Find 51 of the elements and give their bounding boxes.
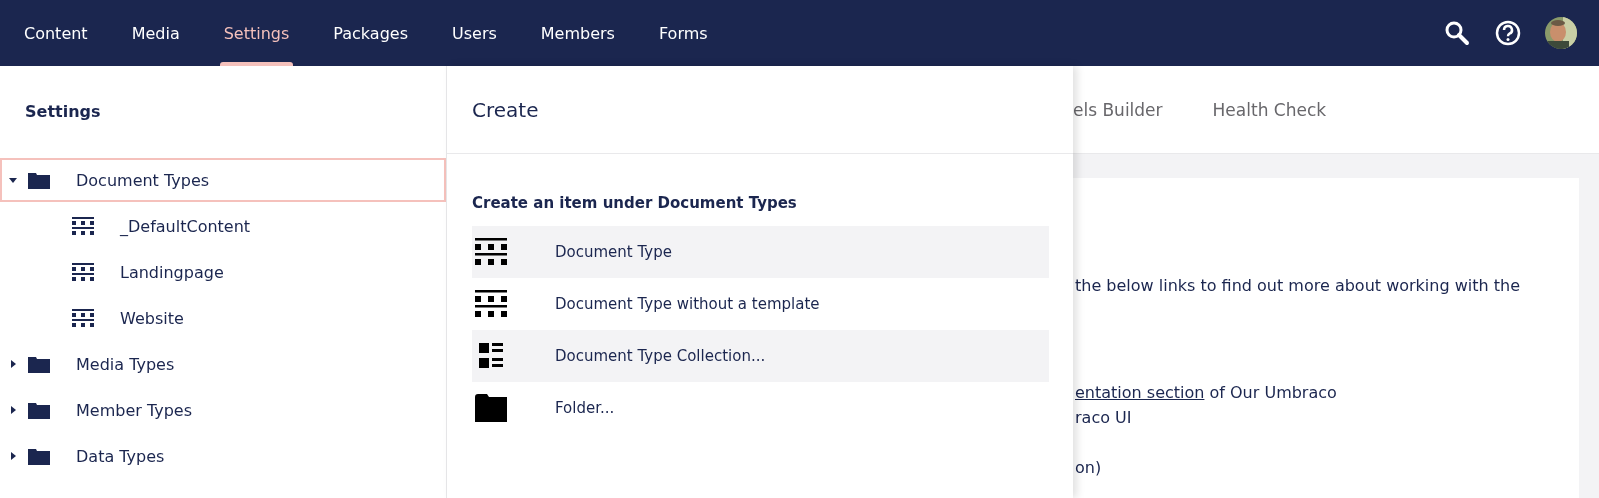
- caret-icon[interactable]: [8, 175, 18, 185]
- tree-item-label: Landingpage: [120, 262, 224, 282]
- panel-subtitle: Create an item under Document Types: [472, 194, 798, 212]
- tree-item[interactable]: Website: [0, 296, 446, 340]
- caret-icon[interactable]: [8, 359, 18, 369]
- dashboard-tab[interactable]: Health Check: [1212, 99, 1327, 120]
- tree-item[interactable]: _DefaultContent: [0, 204, 446, 248]
- text-line: on): [1075, 457, 1103, 479]
- grid-icon: [475, 290, 507, 318]
- grid-icon: [72, 309, 94, 327]
- caret-icon[interactable]: [8, 405, 18, 415]
- nav-tab[interactable]: Users: [430, 0, 519, 66]
- tree-item-label: _DefaultContent: [120, 216, 251, 236]
- folder-icon: [28, 401, 50, 419]
- tree-item-label: Website: [120, 308, 184, 328]
- nav-tab[interactable]: Content: [2, 0, 110, 66]
- tree-item-label: Media Types: [76, 354, 175, 374]
- nav-tab[interactable]: Settings: [201, 0, 312, 66]
- folder-icon: [28, 447, 50, 465]
- text-line: entation section of Our Umbraco: [1075, 382, 1338, 404]
- create-option[interactable]: Folder...: [472, 382, 1049, 434]
- create-option[interactable]: Document Type: [472, 226, 1049, 278]
- create-option[interactable]: Document Type without a template: [472, 278, 1049, 330]
- tree-item-label: Member Types: [76, 400, 192, 420]
- nav-tab[interactable]: Packages: [311, 0, 430, 66]
- tree-item-label: Document Types: [76, 170, 210, 190]
- tree-item-label: Data Types: [76, 446, 165, 466]
- folder-icon: [28, 171, 50, 189]
- tree-item[interactable]: Media Types: [0, 342, 446, 386]
- tree-item[interactable]: Data Types: [0, 434, 446, 478]
- nav-tab[interactable]: Members: [518, 0, 637, 66]
- tree-item[interactable]: Document Types: [0, 158, 446, 202]
- folder-icon: [475, 394, 507, 422]
- caret-icon[interactable]: [8, 451, 18, 461]
- panel-title: Create: [472, 97, 539, 122]
- folder-icon: [28, 355, 50, 373]
- sidebar-title: Settings: [24, 101, 102, 123]
- grid-icon: [475, 238, 507, 266]
- tree-item[interactable]: Landingpage: [0, 250, 446, 294]
- search-icon[interactable]: [1443, 19, 1471, 47]
- text-line: the below links to find out more about working with the: [1075, 275, 1521, 297]
- text-line: raco UI: [1075, 407, 1133, 429]
- grid-icon: [72, 263, 94, 281]
- nav-tab[interactable]: Media: [109, 0, 202, 66]
- help-icon[interactable]: [1495, 20, 1521, 46]
- documentation-link[interactable]: entation section: [1075, 383, 1205, 402]
- dashboard-tab[interactable]: els Builder: [1073, 99, 1163, 120]
- grid-icon: [72, 217, 94, 235]
- tree-item[interactable]: Member Types: [0, 388, 446, 432]
- create-option[interactable]: Document Type Collection...: [472, 330, 1049, 382]
- nav-tab[interactable]: Forms: [636, 0, 730, 66]
